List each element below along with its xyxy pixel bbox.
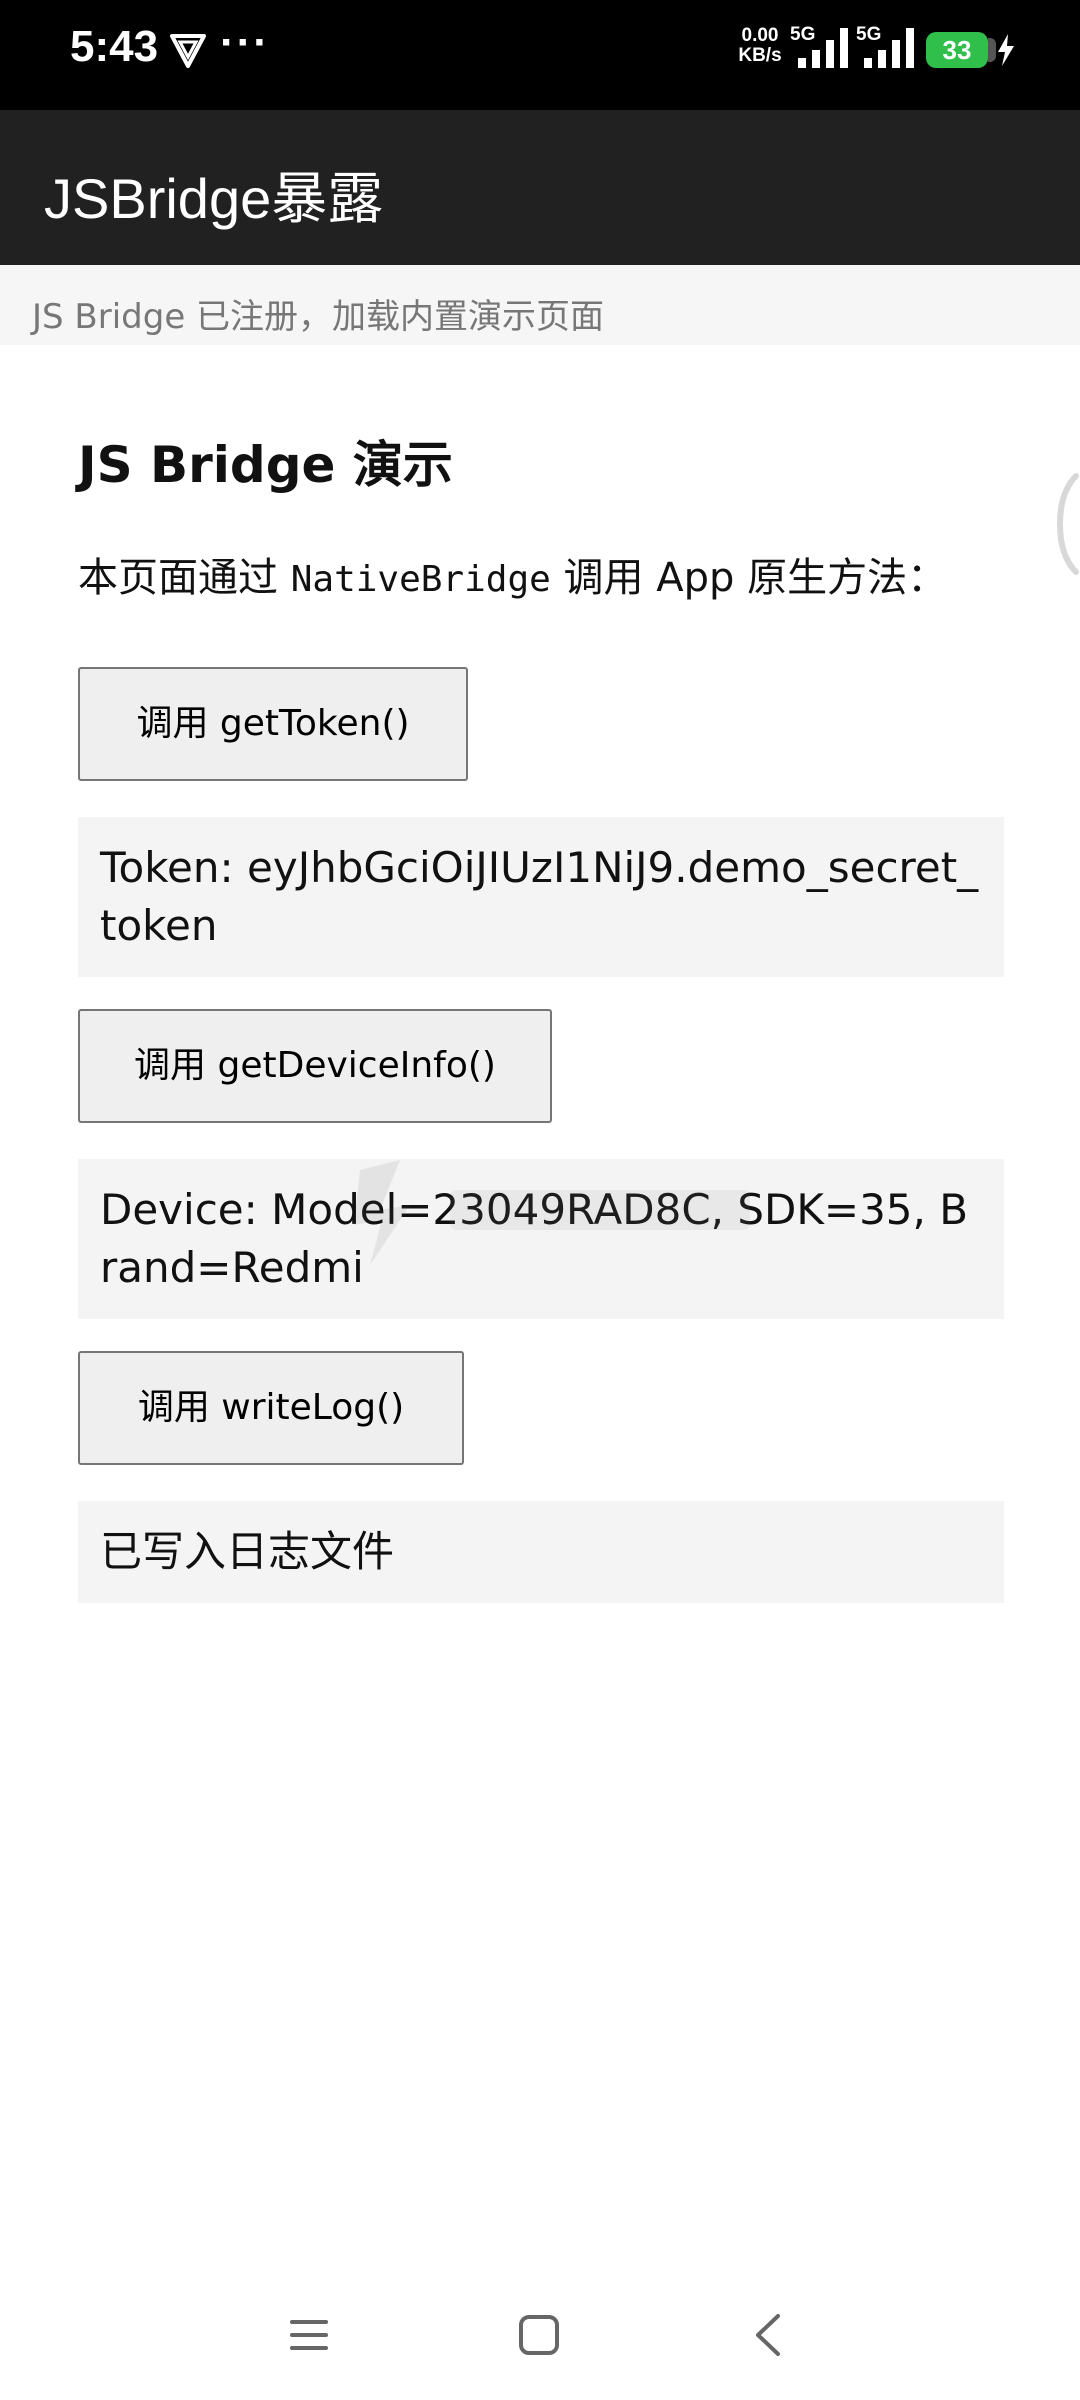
- status-time: 5:43: [70, 22, 159, 71]
- native-bridge-code: NativeBridge: [290, 559, 551, 600]
- write-log-button[interactable]: 调用 writeLog(): [78, 1351, 464, 1465]
- watermark-logo-icon: [354, 1160, 750, 1265]
- write-log-result: 已写入日志文件: [78, 1501, 1004, 1603]
- bridge-status-text: JS Bridge 已注册，加载内置演示页面: [32, 297, 605, 337]
- bridge-status-strip: JS Bridge 已注册，加载内置演示页面: [0, 265, 1080, 345]
- charging-icon: [998, 34, 1014, 66]
- vpn-icon: [170, 34, 206, 68]
- page-intro: 本页面通过 NativeBridge 调用 App 原生方法：: [78, 555, 948, 601]
- signal-strength-icon: [864, 28, 914, 68]
- home-icon[interactable]: [504, 2300, 574, 2370]
- network-speed: 0.00 KB/s: [738, 25, 782, 66]
- app-bar: JSBridge暴露: [0, 110, 1080, 265]
- get-token-button[interactable]: 调用 getToken(): [78, 667, 468, 781]
- get-device-info-button[interactable]: 调用 getDeviceInfo(): [78, 1009, 552, 1123]
- app-title: JSBridge暴露: [44, 167, 384, 230]
- battery-indicator: 33: [926, 32, 996, 68]
- edge-panel-handle-icon[interactable]: [1054, 472, 1080, 576]
- menu-icon[interactable]: [274, 2300, 344, 2370]
- more-notifications-icon: ···: [220, 18, 270, 67]
- signal-strength-icon: [798, 28, 848, 68]
- page-heading: JS Bridge 演示: [78, 436, 453, 494]
- status-bar: 5:43 ··· 0.00 KB/s 5G 5G 33: [0, 0, 1080, 110]
- system-navigation-bar: [0, 2270, 1080, 2400]
- back-icon[interactable]: [734, 2300, 804, 2370]
- token-result: Token: eyJhbGciOiJIUzI1NiJ9.demo_secret_…: [78, 817, 1004, 977]
